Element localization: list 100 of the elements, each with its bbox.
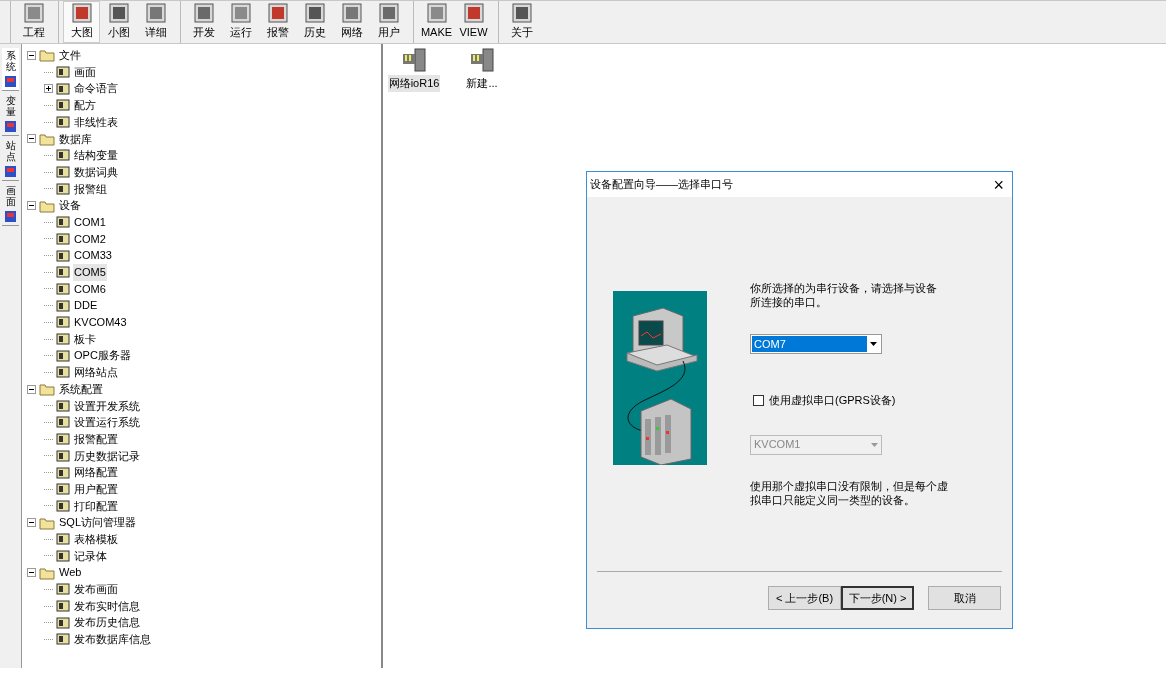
toolbar-button[interactable]: 小图: [100, 1, 137, 43]
expander-icon[interactable]: [27, 134, 36, 144]
tree-item[interactable]: 发布历史信息: [73, 614, 141, 631]
toolbar-button[interactable]: VIEW: [455, 1, 492, 43]
port-dropdown[interactable]: COM7: [750, 334, 882, 354]
tree-item[interactable]: 文件: [58, 47, 82, 64]
toolbar-button[interactable]: 开发: [185, 1, 222, 43]
side-tab[interactable]: 画面: [2, 183, 19, 226]
tree-item[interactable]: 画面: [73, 63, 97, 81]
node-icon: [56, 348, 70, 363]
node-icon: [56, 432, 70, 447]
tree-item[interactable]: 历史数据记录: [73, 447, 141, 465]
expander-icon[interactable]: [44, 84, 53, 94]
device-item[interactable]: 网络ioR16: [389, 48, 439, 92]
node-icon: [56, 615, 70, 630]
node-icon: [56, 298, 70, 313]
intro-text: 你所选择的为串行设备，请选择与设备所连接的串口。: [750, 281, 938, 309]
dialog-button[interactable]: 取消: [928, 586, 1001, 610]
node-icon: [56, 599, 70, 614]
tree-item[interactable]: COM1: [73, 213, 107, 231]
tree-item[interactable]: 数据库: [58, 130, 93, 148]
tree-item[interactable]: 用户配置: [73, 480, 119, 498]
tree-item[interactable]: 报警配置: [73, 430, 119, 448]
tree-item[interactable]: COM2: [73, 230, 107, 248]
tree-item[interactable]: 发布数据库信息: [73, 631, 152, 648]
tree-item[interactable]: KVCOM43: [73, 314, 128, 331]
node-icon: [56, 498, 70, 513]
device-item[interactable]: 新建...: [457, 48, 507, 92]
tree-item[interactable]: 发布实时信息: [73, 597, 141, 615]
toolbar-icon: [426, 3, 447, 24]
toolbar-button[interactable]: 报警: [259, 1, 296, 43]
node-icon: [56, 365, 70, 380]
node-icon: [56, 415, 70, 430]
node-icon: [56, 115, 70, 130]
expander-icon[interactable]: [27, 50, 36, 60]
tree-item[interactable]: DDE: [73, 297, 99, 314]
toolbar-icon: [304, 3, 325, 24]
folder-icon: [39, 198, 55, 213]
toolbar-icon: [193, 3, 214, 24]
tree-item[interactable]: 报警组: [73, 180, 108, 198]
folder-icon: [39, 515, 55, 530]
tree-item[interactable]: 设置运行系统: [73, 414, 141, 431]
tree-item[interactable]: 板卡: [73, 330, 97, 348]
tree-item[interactable]: 网络配置: [73, 464, 119, 481]
tree-item[interactable]: OPC服务器: [73, 347, 132, 364]
node-icon: [56, 465, 70, 480]
dialog-button[interactable]: < 上一步(B): [768, 586, 841, 610]
toolbar-button[interactable]: 详细: [137, 1, 174, 43]
tree-item[interactable]: 非线性表: [73, 113, 119, 131]
side-tab[interactable]: 变量: [2, 93, 19, 136]
tree-item[interactable]: 结构变量: [73, 147, 119, 164]
toolbar-button[interactable]: 大图: [63, 1, 100, 43]
tree-item[interactable]: 设备: [58, 197, 82, 214]
tree-item[interactable]: 记录体: [73, 547, 108, 565]
tree-item[interactable]: 配方: [73, 97, 97, 114]
tree-item[interactable]: 命令语言: [73, 80, 119, 97]
toolbar-icon: [511, 3, 532, 24]
node-icon: [56, 448, 70, 463]
tree-item[interactable]: COM5: [73, 264, 107, 281]
tree-item[interactable]: 表格模板: [73, 531, 119, 548]
node-icon: [56, 582, 70, 597]
side-tab[interactable]: 系统: [2, 48, 19, 91]
note-text: 使用那个虚拟串口没有限制，但是每个虚拟串口只能定义同一类型的设备。: [750, 478, 949, 507]
side-tab[interactable]: 站点: [2, 138, 19, 181]
expander-icon[interactable]: [27, 384, 36, 394]
tree-item[interactable]: SQL访问管理器: [58, 514, 137, 531]
node-icon: [56, 315, 70, 330]
toolbar-button[interactable]: 用户: [370, 1, 407, 43]
node-icon: [56, 265, 70, 280]
tree-item[interactable]: 系统配置: [58, 380, 104, 398]
expander-icon[interactable]: [27, 568, 36, 578]
toolbar-button[interactable]: 工程: [15, 1, 52, 43]
node-icon: [56, 281, 70, 296]
node-icon: [56, 632, 70, 647]
tree-item[interactable]: COM6: [73, 280, 107, 298]
device-icon: [401, 48, 427, 72]
tree-item[interactable]: 网络站点: [73, 364, 119, 381]
tree-item[interactable]: Web: [58, 564, 83, 581]
toolbar-icon: [267, 3, 288, 24]
expander-icon[interactable]: [27, 518, 36, 528]
toolbar-button[interactable]: MAKE: [418, 1, 455, 43]
tree-item[interactable]: COM33: [73, 247, 113, 264]
tree-item[interactable]: 打印配置: [73, 497, 119, 515]
tree-item[interactable]: 发布画面: [73, 581, 119, 598]
toolbar-button[interactable]: 网络: [333, 1, 370, 43]
tree-item[interactable]: 数据词典: [73, 163, 119, 181]
toolbar-button[interactable]: 历史: [296, 1, 333, 43]
node-icon: [56, 165, 70, 180]
toolbar-button[interactable]: 关于: [503, 1, 540, 43]
toolbar-icon: [341, 3, 362, 24]
close-button[interactable]: ×: [991, 175, 1006, 194]
dialog-button[interactable]: 下一步(N) >: [841, 586, 914, 610]
caret-icon: [871, 442, 878, 447]
node-icon: [56, 98, 70, 113]
tree-item[interactable]: 设置开发系统: [73, 397, 141, 415]
virtual-port-checkbox[interactable]: 使用虚拟串口(GPRS设备): [750, 392, 955, 409]
toolbar-icon: [108, 3, 129, 24]
toolbar-button[interactable]: 运行: [222, 1, 259, 43]
expander-icon[interactable]: [27, 201, 36, 211]
node-icon: [56, 81, 70, 96]
